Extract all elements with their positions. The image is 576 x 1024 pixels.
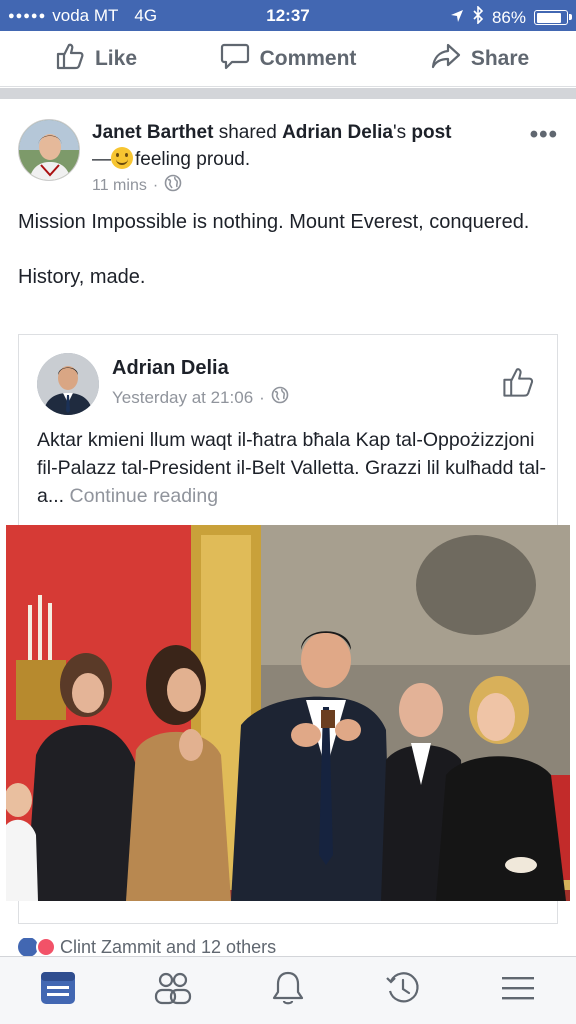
- bluetooth-icon: [472, 5, 484, 29]
- feeling-text: feeling proud.: [135, 149, 251, 170]
- post-options-button[interactable]: •••: [530, 121, 558, 149]
- meta-dot: ·: [152, 176, 159, 194]
- shared-text: shared: [213, 122, 283, 143]
- love-reaction-icon: [36, 938, 56, 956]
- thumbs-up-icon: [55, 41, 85, 77]
- post-body-line-2: History, made.: [18, 266, 146, 288]
- tab-notifications[interactable]: [258, 961, 318, 1021]
- tab-friends[interactable]: [143, 961, 203, 1021]
- dash: —: [92, 149, 111, 170]
- reactions-text: Clint Zammit and 12 others: [60, 938, 277, 956]
- hamburger-menu-icon: [500, 973, 536, 1008]
- shared-author-avatar[interactable]: [37, 353, 99, 415]
- smiley-icon: [111, 147, 133, 169]
- post-body-line-1: Mission Impossible is nothing. Mount Eve…: [18, 211, 530, 233]
- continue-reading-link[interactable]: Continue reading: [70, 485, 219, 507]
- author-name[interactable]: Janet Barthet: [92, 122, 213, 143]
- share-button[interactable]: Share: [384, 41, 576, 77]
- like-reaction-icon: [18, 938, 38, 956]
- shared-author-name[interactable]: Adrian Delia: [112, 357, 229, 380]
- shared-post-text: Aktar kmieni llum waqt il-ħatra bħala Ka…: [37, 426, 547, 510]
- post-body: Mission Impossible is nothing. Mount Eve…: [18, 208, 558, 291]
- battery-icon: [534, 10, 572, 25]
- like-page-button[interactable]: [501, 365, 535, 404]
- feed-divider: [0, 88, 576, 99]
- post-action-bar: Like Comment Share: [0, 31, 576, 87]
- thumbs-up-icon: [501, 368, 535, 403]
- like-label: Like: [94, 46, 138, 70]
- battery-percent: 86%: [491, 7, 526, 27]
- comment-bubble-icon: [220, 41, 250, 77]
- friends-icon: [153, 970, 193, 1011]
- news-feed-icon: [39, 970, 77, 1011]
- comment-label: Comment: [259, 46, 357, 70]
- author-avatar[interactable]: [18, 119, 80, 181]
- reactions-summary[interactable]: Clint Zammit and 12 others: [18, 938, 276, 956]
- location-icon: [450, 8, 464, 28]
- globe-icon: [164, 174, 182, 197]
- bell-icon: [270, 969, 306, 1012]
- post-time[interactable]: 11 mins: [92, 177, 147, 195]
- globe-icon: [271, 386, 289, 409]
- possessive-text: 's: [392, 122, 412, 143]
- original-author-link[interactable]: Adrian Delia: [282, 122, 393, 143]
- tab-history[interactable]: [373, 961, 433, 1021]
- clock-history-icon: [384, 969, 422, 1012]
- share-label: Share: [470, 46, 530, 70]
- tab-news-feed[interactable]: [28, 961, 88, 1021]
- share-arrow-icon: [431, 41, 461, 77]
- post-header: Janet Barthet shared Adrian Delia's post…: [92, 119, 522, 173]
- status-bar: ●●●●● voda MT 4G 12:37 86%: [0, 0, 576, 31]
- post-photo[interactable]: [6, 525, 570, 901]
- tab-menu[interactable]: [488, 961, 548, 1021]
- bottom-tab-bar: [0, 956, 576, 1024]
- comment-button[interactable]: Comment: [192, 41, 384, 77]
- post-link[interactable]: post: [411, 122, 451, 143]
- shared-meta-dot: ·: [259, 387, 265, 407]
- shared-post-meta: Yesterday at 21:06 ·: [112, 386, 289, 409]
- like-button[interactable]: Like: [0, 41, 192, 77]
- post-meta: 11 mins ·: [92, 174, 182, 197]
- shared-post-time[interactable]: Yesterday at 21:06: [112, 388, 253, 408]
